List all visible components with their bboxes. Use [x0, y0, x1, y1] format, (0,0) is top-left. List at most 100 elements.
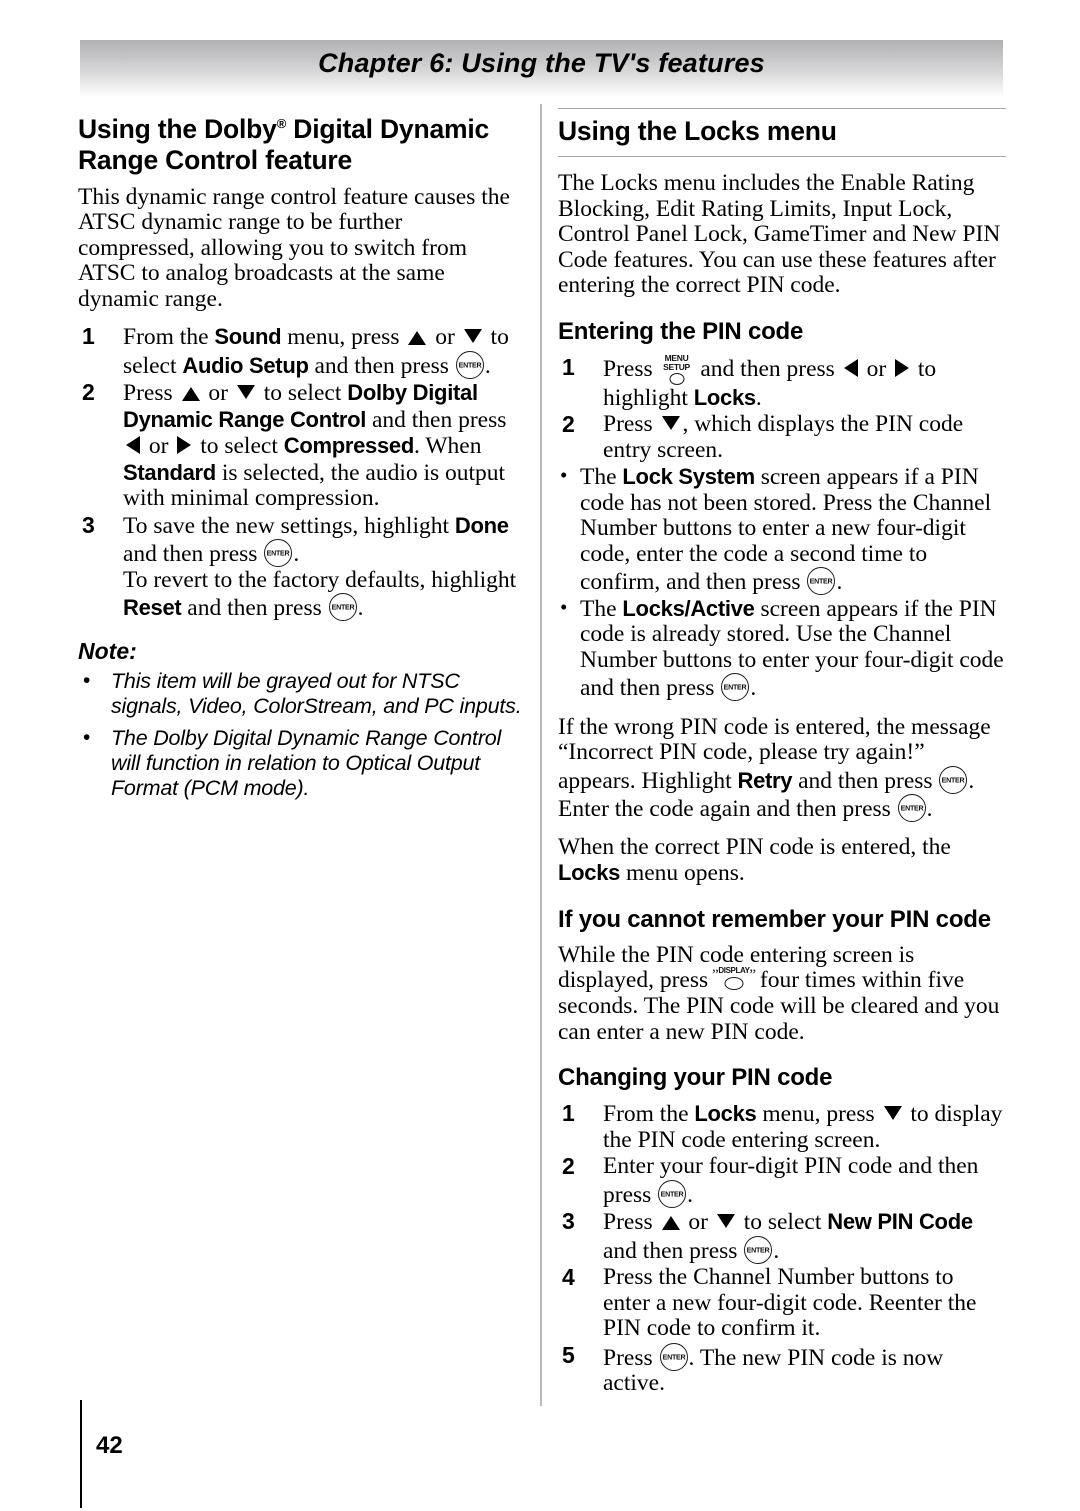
step-item: 1 From the Locks menu, press to display t…: [558, 1100, 1006, 1153]
step-bold-term: New PIN Code: [827, 1209, 973, 1234]
chapter-header-title: Chapter 6: Using the TV's features: [318, 48, 765, 78]
step-text: to select: [737, 1209, 828, 1235]
step-number: 1: [562, 1100, 575, 1126]
substep-text: .: [357, 595, 364, 622]
bullet-item: • The Lock System screen appears if a PIN…: [558, 463, 1006, 596]
step-text: . When: [414, 433, 482, 460]
enter-button-icon: [939, 765, 968, 794]
wrong-pin-text: and then press: [792, 767, 939, 794]
arrow-left-icon: [126, 436, 140, 455]
bullet-text: The: [580, 464, 623, 490]
step-text: Press: [603, 1209, 659, 1235]
step-bold-term: Standard: [123, 459, 216, 485]
arrow-right-icon: [177, 436, 192, 455]
step-text: From the: [603, 1101, 695, 1127]
page-number: 42: [96, 1432, 123, 1459]
step-text: and then press: [694, 355, 841, 382]
arrow-right-icon: [895, 358, 910, 377]
step-text: Press: [603, 411, 659, 437]
step-bold-term: Compressed: [283, 433, 415, 459]
step-number: 2: [562, 411, 575, 437]
substep-text: and then press: [181, 595, 328, 622]
correct-pin-bold-term: Locks: [558, 860, 621, 885]
entering-pin-steps-list: 1 Press MENU SETUP and then press or to hi…: [558, 353, 1006, 464]
step-item: 1 Press MENU SETUP and then press or to hi…: [558, 353, 1006, 412]
step-substep: To revert to the factory defaults, highl…: [123, 567, 523, 622]
step-item: 3 Press or to select New PIN Code and the…: [558, 1208, 1006, 1264]
dolby-steps-list: 1 From the Sound menu, press or to select…: [78, 324, 523, 622]
step-item: 4 Press the Channel Number buttons to ent…: [558, 1264, 1006, 1342]
step-text: Press: [603, 1344, 659, 1371]
changing-pin-steps-list: 1 From the Locks menu, press to display t…: [558, 1100, 1006, 1397]
enter-button-icon: [744, 1235, 773, 1264]
step-text: or: [682, 1209, 714, 1235]
wrong-pin-text: .: [926, 796, 933, 822]
bullet-icon: •: [560, 594, 568, 619]
subsection-title-forgot-pin: If you cannot remember your PIN code: [558, 905, 991, 933]
step-text: From the: [123, 324, 215, 351]
step-number: 1: [82, 323, 95, 350]
arrow-up-icon: [408, 331, 427, 346]
step-number: 3: [562, 1208, 575, 1234]
arrow-down-icon: [883, 1106, 902, 1120]
note-text: The Dolby Digital Dynamic Range Control …: [111, 725, 502, 800]
pin-screen-bullets: • The Lock System screen appears if a PIN…: [558, 463, 1006, 702]
note-item: • This item will be grayed out for NTSC s…: [78, 669, 523, 719]
enter-button-icon: [721, 673, 750, 701]
note-text: This item will be grayed out for NTSC si…: [111, 668, 522, 718]
arrow-up-icon: [661, 1216, 680, 1230]
note-item: • The Dolby Digital Dynamic Range Control…: [78, 726, 523, 801]
step-text: and then press: [123, 541, 264, 568]
step-item: 2 Enter your four-digit PIN code and then…: [558, 1153, 1006, 1208]
step-text: or: [860, 355, 893, 382]
bullet-text: .: [750, 675, 757, 701]
step-text: and then press: [308, 352, 455, 379]
step-bold-term: Locks: [694, 1101, 757, 1126]
note-label: Note:: [78, 637, 137, 664]
step-text: Press: [603, 355, 659, 382]
section-title-locks: Using the Locks menu: [558, 116, 837, 146]
step-item: 2 Press , which displays the PIN code ent…: [558, 411, 1006, 463]
correct-pin-paragraph: When the correct PIN code is entered, th…: [558, 833, 1006, 887]
step-text: and then press: [603, 1237, 744, 1264]
step-bold-term: Audio Setup: [182, 352, 309, 378]
step-text: .: [484, 352, 491, 379]
enter-button-icon: [807, 567, 836, 595]
bullet-text: .: [836, 569, 843, 595]
column-divider: [540, 104, 542, 1406]
enter-button-icon: [328, 593, 357, 622]
note-list: • This item will be grayed out for NTSC s…: [78, 669, 523, 801]
correct-pin-text: When the correct PIN code is entered, th…: [558, 833, 951, 860]
step-item: 2 Press or to select Dolby Digital Dynami…: [78, 380, 523, 512]
step-item: 1 From the Sound menu, press or to select…: [78, 324, 523, 379]
substep-bold-term: Reset: [123, 595, 182, 621]
step-text: or: [202, 380, 234, 407]
right-column: Using the Locks menu The Locks menu incl…: [558, 108, 1006, 1398]
step-number: 2: [82, 379, 95, 406]
setup-label: SETUP: [663, 361, 690, 372]
arrow-left-icon: [843, 358, 858, 377]
enter-button-icon: [455, 350, 484, 379]
step-bold-term: Done: [454, 512, 509, 538]
locks-intro-paragraph: The Locks menu includes the Enable Ratin…: [558, 170, 1001, 298]
arrow-down-icon: [716, 1214, 735, 1228]
step-text: to select: [257, 380, 348, 407]
step-item: 5Press . The new PIN code is now active.: [558, 1341, 1006, 1397]
step-text: and then press: [366, 406, 507, 433]
arrow-down-icon: [661, 416, 680, 430]
step-text: To save the new settings, highlight: [123, 512, 455, 539]
enter-button-icon: [658, 1179, 687, 1208]
footer-rule: [80, 1400, 82, 1508]
display-circle-icon: [724, 977, 744, 990]
step-text: or: [429, 324, 461, 351]
quote-right-mark: ”: [749, 967, 756, 983]
section-title-dolby: Using the Dolby® Digital Dynamic Range C…: [78, 108, 523, 176]
registered-mark-icon: ®: [276, 116, 287, 131]
step-text: or: [143, 433, 175, 460]
section-title-dolby-part1: Using the Dolby: [78, 113, 277, 144]
subsection-title-entering-pin: Entering the PIN code: [558, 317, 804, 345]
arrow-up-icon: [181, 387, 200, 402]
step-number: 5: [562, 1341, 575, 1368]
correct-pin-text: menu opens.: [620, 860, 745, 886]
step-item: 3 To save the new settings, highlight Don…: [78, 512, 523, 622]
